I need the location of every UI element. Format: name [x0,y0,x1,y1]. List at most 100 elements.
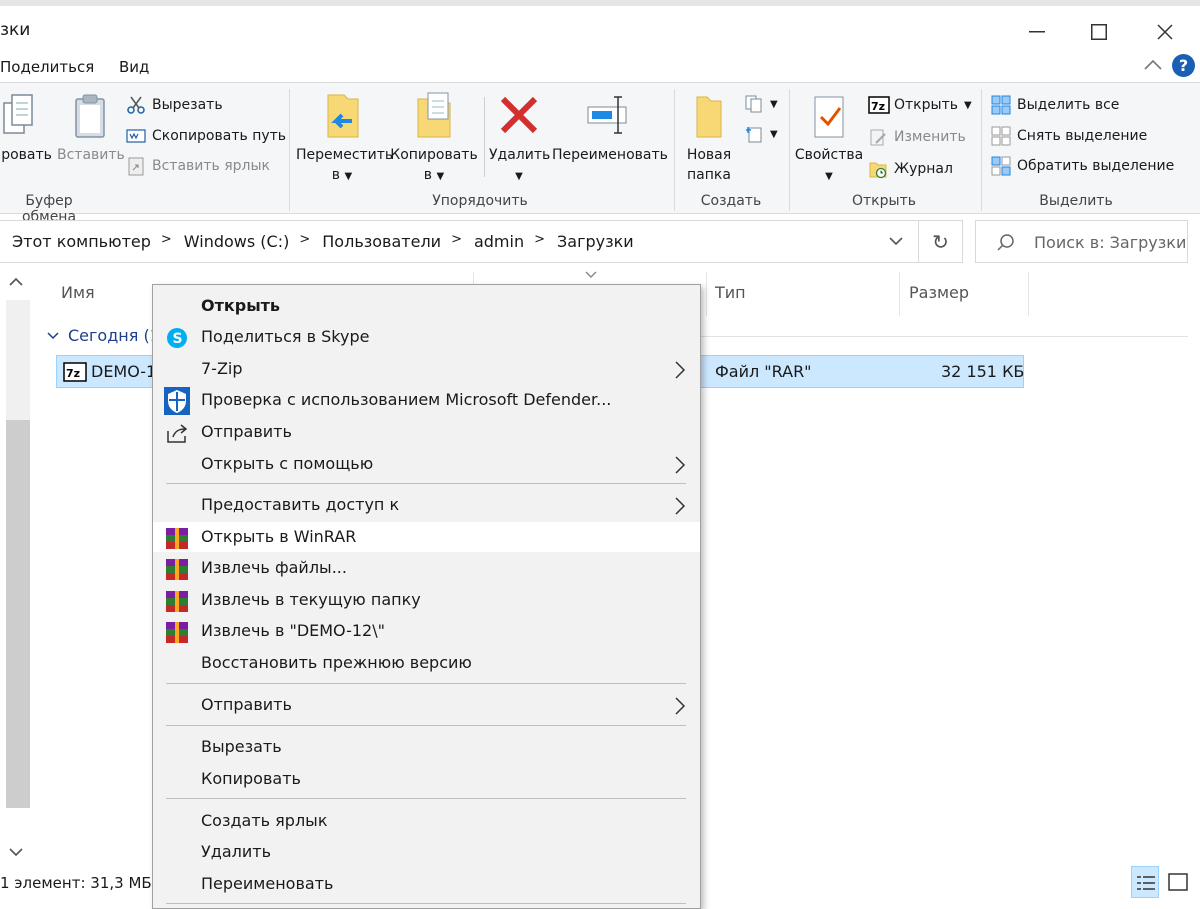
collapse-ribbon-icon[interactable] [1143,58,1163,72]
dropdown-caret-icon: ▼ [344,171,353,182]
winrar-icon [165,589,189,613]
open-button[interactable]: 7z Открыть ▼ [868,94,972,116]
search-icon [997,234,1014,251]
menu-item-cut[interactable]: Вырезать [153,732,700,762]
copy-to-icon [410,89,458,141]
breadcrumb-item[interactable]: Windows (C:) [184,232,290,251]
breadcrumb-chevron-icon[interactable]: > [299,232,310,251]
move-to-button[interactable]: Переместить в ▼ [296,89,393,187]
details-view-button[interactable] [1131,866,1159,898]
menu-item-rename[interactable]: Переименовать [153,869,700,899]
menu-item-give-access[interactable]: Предоставить доступ к [153,490,700,520]
delete-button[interactable]: Удалить ▼ [489,89,550,187]
close-button[interactable] [1132,12,1198,52]
menu-item-share-skype[interactable]: S Поделиться в Skype [153,322,700,352]
menu-item-delete[interactable]: Удалить [153,837,700,867]
maximize-icon [1091,24,1107,40]
large-icons-view-button[interactable] [1164,866,1192,898]
select-none-icon [991,126,1011,146]
breadcrumb-item[interactable]: Загрузки [557,232,634,251]
details-view-icon [1137,876,1155,890]
tab-share[interactable]: Поделиться [0,58,94,76]
help-icon[interactable]: ? [1172,54,1195,77]
close-icon [1157,24,1173,40]
rename-button[interactable]: Переименовать [552,89,668,165]
column-header-size[interactable]: Размер [909,283,969,302]
copy-to-button[interactable]: Копировать в ▼ [390,89,478,187]
menu-item-send-share[interactable]: Отправить [153,417,700,447]
menu-item-open[interactable]: Открыть [153,291,700,321]
refresh-button[interactable]: ↻ [918,221,962,262]
new-item-button[interactable]: ▼ [744,93,778,115]
menu-item-defender-scan[interactable]: Проверка с использованием Microsoft Defe… [153,385,700,415]
edit-pencil-icon [868,127,888,147]
paste-shortcut-icon [126,156,146,176]
column-header-type[interactable]: Тип [715,283,746,302]
easy-access-button[interactable]: ▼ [744,123,778,145]
menu-separator [166,903,686,904]
menu-item-create-shortcut[interactable]: Создать ярлык [153,806,700,836]
address-bar[interactable]: Этот компьютер > Windows (C:) > Пользовате… [0,220,963,263]
paste-shortcut-button[interactable]: Вставить ярлык [126,155,270,177]
breadcrumb-item[interactable]: Этот компьютер [12,232,151,251]
minimize-button[interactable] [1004,12,1070,52]
menu-item-open-with[interactable]: Открыть с помощью [153,449,700,479]
address-history-chevron-down-icon[interactable] [888,235,904,247]
nav-scrollbar-thumb[interactable] [6,420,30,808]
menu-item-copy[interactable]: Копировать [153,764,700,794]
breadcrumb-item[interactable]: admin [474,232,524,251]
select-all-button[interactable]: Выделить все [991,94,1119,116]
dropdown-caret-icon: ▼ [436,171,445,182]
breadcrumb-chevron-icon[interactable]: > [534,232,545,251]
ribbon-tabs: Поделиться Вид [0,54,1200,82]
maximize-button[interactable] [1066,12,1132,52]
title-bar: зки [0,0,1200,54]
breadcrumb-item[interactable]: Пользователи [322,232,441,251]
copy-path-button[interactable]: Скопировать путь [126,125,286,147]
group-label-select: Выделить [1039,193,1113,209]
submenu-chevron-right-icon [675,497,686,515]
dropdown-caret-icon: ▼ [963,99,972,111]
new-folder-icon [685,89,733,141]
file-type: Файл "RAR" [715,362,812,381]
column-divider[interactable] [706,272,707,316]
refresh-icon: ↻ [932,229,949,254]
window-title: зки [0,20,31,40]
menu-item-extract-here[interactable]: Извлечь в текущую папку [153,585,700,615]
svg-text:7z: 7z [66,367,80,380]
status-bar-text: 1 элемент: 31,3 МБ [0,874,152,892]
winrar-icon [165,620,189,644]
column-divider[interactable] [1028,272,1029,316]
context-menu: Открыть S Поделиться в Skype 7-Zip Прове… [152,284,701,909]
clipboard-paste-icon [64,89,112,141]
copy-button[interactable]: ировать [0,89,52,165]
properties-button[interactable]: Свойства ▼ [794,89,864,187]
history-button[interactable]: Журнал [868,158,953,180]
column-divider[interactable] [899,272,900,316]
winrar-icon [165,557,189,581]
cut-button[interactable]: Вырезать [126,94,223,116]
easy-access-icon [744,124,764,144]
menu-item-7zip[interactable]: 7-Zip [153,354,700,384]
select-none-button[interactable]: Снять выделение [991,125,1147,147]
menu-item-open-winrar[interactable]: Открыть в WinRAR [153,522,700,552]
menu-item-send-to[interactable]: Отправить [153,690,700,720]
properties-check-icon [805,89,853,141]
new-folder-button[interactable]: Новая папка [680,89,738,185]
ribbon: ировать Вставить Вырезать Скопировать пу… [0,82,1200,225]
edit-button[interactable]: Изменить [868,126,966,148]
paste-button[interactable]: Вставить [57,89,125,165]
breadcrumb-chevron-icon[interactable]: > [451,232,462,251]
scroll-down-icon[interactable] [8,846,24,858]
menu-separator [166,683,686,684]
tab-view[interactable]: Вид [119,58,149,76]
group-header-today[interactable]: Сегодня (1 [46,326,160,345]
scroll-up-icon[interactable] [8,276,24,288]
menu-item-restore-previous[interactable]: Восстановить прежнюю версию [153,648,700,678]
menu-item-extract-files[interactable]: Извлечь файлы... [153,553,700,583]
breadcrumb-chevron-icon[interactable]: > [161,232,172,251]
menu-item-extract-to-folder[interactable]: Извлечь в "DEMO-12\" [153,616,700,646]
column-header-name[interactable]: Имя [61,283,95,302]
invert-selection-button[interactable]: Обратить выделение [991,155,1174,177]
search-box[interactable]: Поиск в: Загрузки [975,220,1188,263]
